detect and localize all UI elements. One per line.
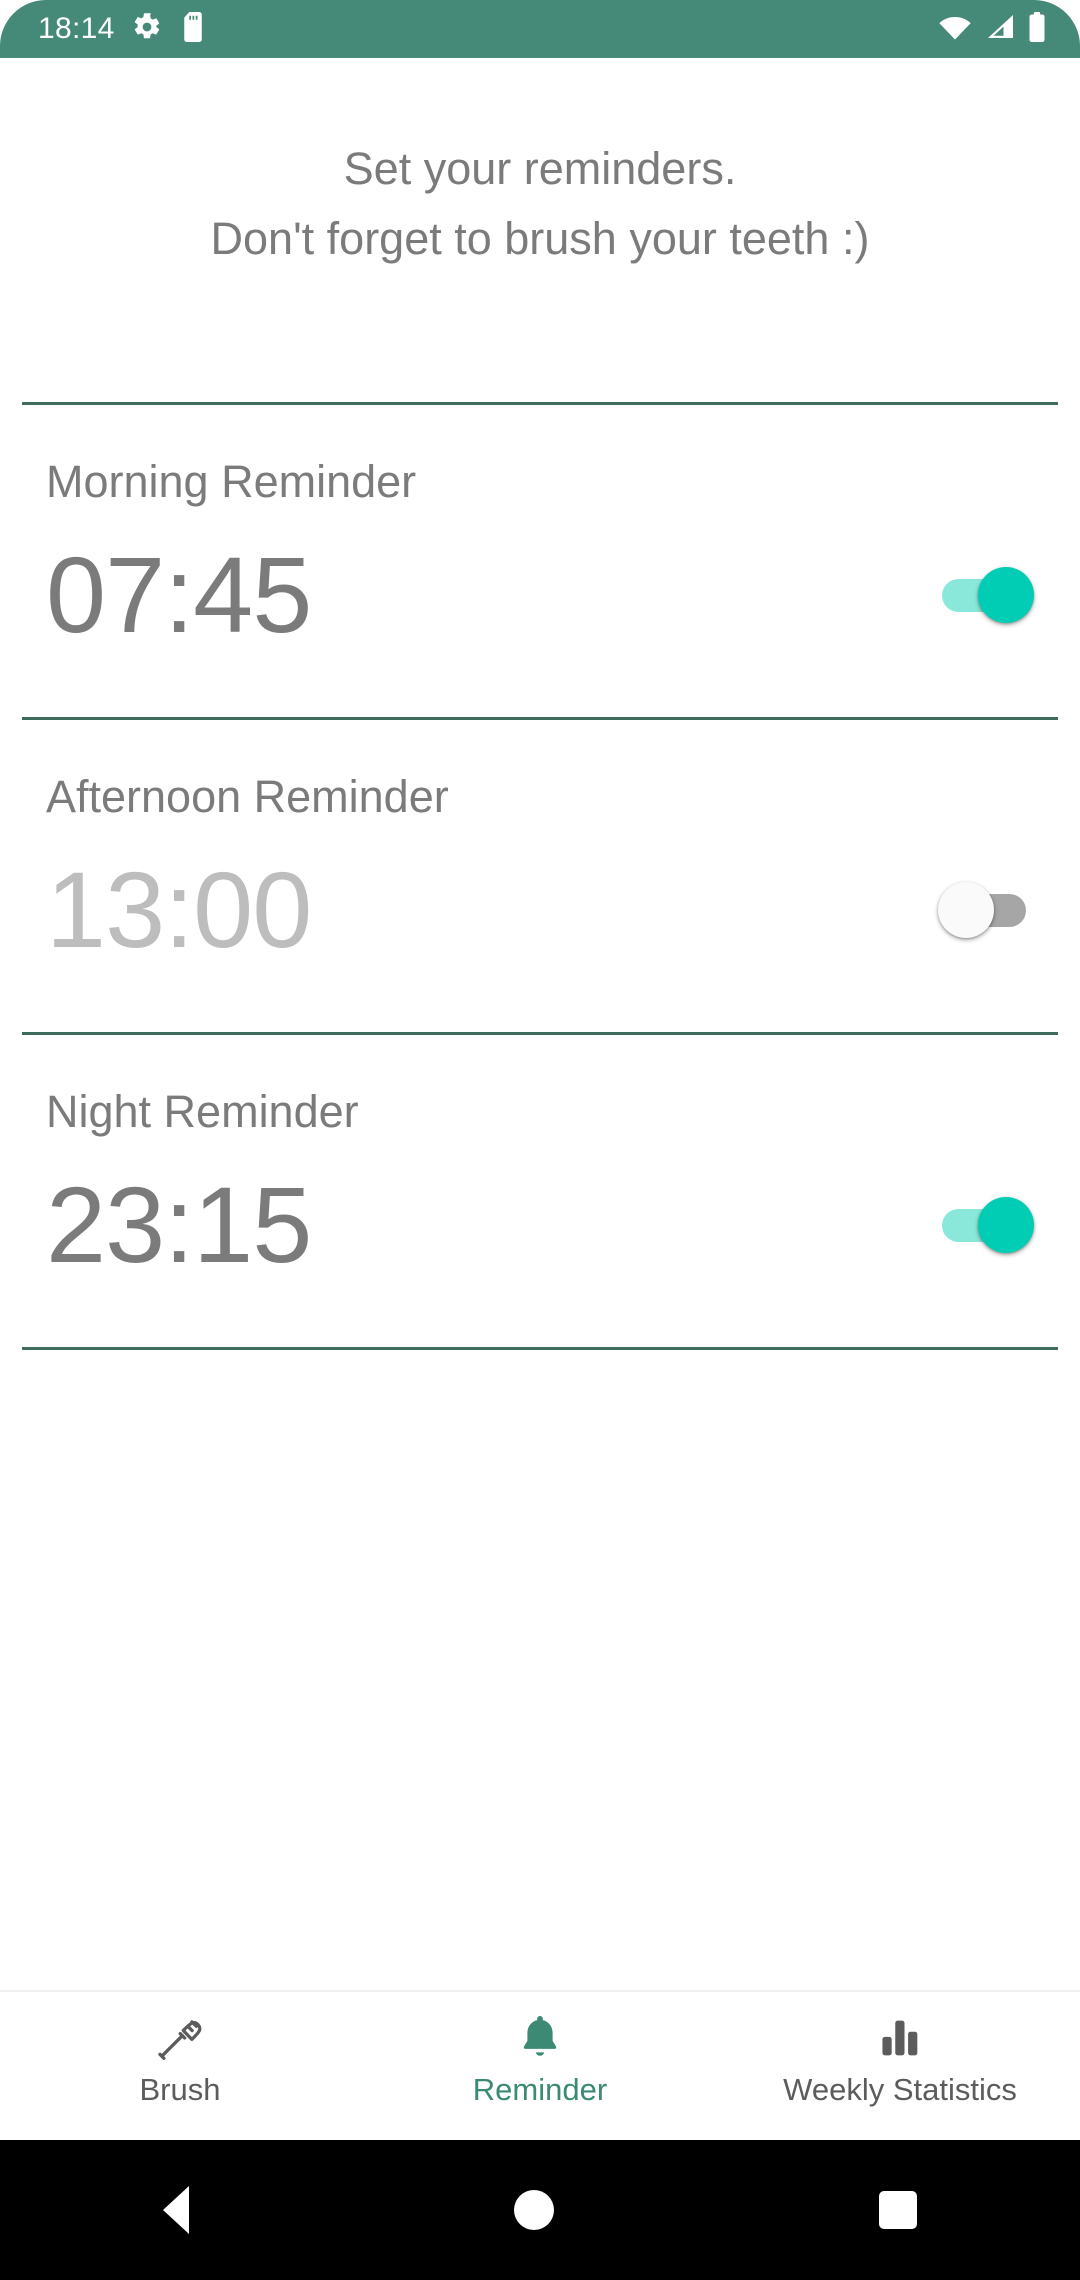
reminder-row-night[interactable]: Night Reminder 23:15 — [0, 1035, 1080, 1347]
bell-icon — [513, 2010, 567, 2066]
nav-label-brush: Brush — [139, 2072, 221, 2107]
reminder-label-afternoon: Afternoon Reminder — [46, 771, 449, 822]
reminder-label-night: Night Reminder — [46, 1086, 359, 1137]
toothbrush-icon — [152, 2010, 208, 2066]
reminder-body-afternoon: 13:00 — [46, 850, 1034, 970]
reminder-row-morning[interactable]: Morning Reminder 07:45 — [0, 405, 1080, 717]
reminder-label-morning: Morning Reminder — [46, 456, 417, 507]
nav-label-weekly-statistics: Weekly Statistics — [783, 2072, 1017, 2107]
android-system-navigation — [0, 2140, 1080, 2280]
reminder-toggle-afternoon[interactable] — [938, 882, 1034, 938]
divider-bottom — [22, 1347, 1058, 1350]
reminder-body-morning: 07:45 — [46, 535, 1034, 655]
toggle-thumb — [938, 882, 994, 938]
nav-label-reminder: Reminder — [472, 2072, 608, 2107]
battery-icon — [1028, 11, 1046, 47]
reminder-time-night[interactable]: 23:15 — [46, 1171, 312, 1279]
gear-icon — [132, 12, 162, 47]
cell-signal-icon — [985, 13, 1015, 46]
toggle-thumb — [978, 567, 1034, 623]
bar-chart-icon — [873, 2010, 927, 2066]
sd-card-icon — [179, 11, 207, 47]
recents-button[interactable] — [879, 2191, 918, 2229]
wifi-icon — [938, 13, 972, 46]
header-line-1: Set your reminders. — [343, 143, 737, 194]
reminder-row-afternoon[interactable]: Afternoon Reminder 13:00 — [0, 720, 1080, 1032]
reminder-list: Morning Reminder 07:45 Afternoon Reminde… — [0, 402, 1080, 1350]
bottom-navigation-bar: Brush Reminder Weekly Statistics — [0, 1990, 1080, 2140]
back-button[interactable] — [162, 2186, 189, 2234]
app-screen: 18:14 Set your reminders. Don't forget t… — [0, 0, 1080, 2280]
header-line-2: Don't forget to brush your teeth :) — [210, 213, 870, 264]
reminder-toggle-night[interactable] — [938, 1197, 1034, 1253]
status-bar-left-group: 18:14 — [38, 11, 207, 47]
home-button[interactable] — [513, 2190, 554, 2230]
nav-item-reminder[interactable]: Reminder — [360, 1992, 720, 2105]
status-bar-clock: 18:14 — [38, 12, 115, 45]
status-bar: 18:14 — [0, 0, 1080, 58]
reminder-time-afternoon[interactable]: 13:00 — [46, 856, 312, 964]
toggle-thumb — [978, 1197, 1034, 1253]
nav-item-weekly-statistics[interactable]: Weekly Statistics — [720, 1992, 1080, 2105]
reminder-time-morning[interactable]: 07:45 — [46, 541, 312, 649]
reminder-toggle-morning[interactable] — [938, 567, 1034, 623]
page-header: Set your reminders. Don't forget to brus… — [0, 58, 1080, 274]
status-bar-right-group — [938, 11, 1046, 47]
nav-item-brush[interactable]: Brush — [0, 1992, 360, 2105]
reminder-body-night: 23:15 — [46, 1165, 1034, 1285]
